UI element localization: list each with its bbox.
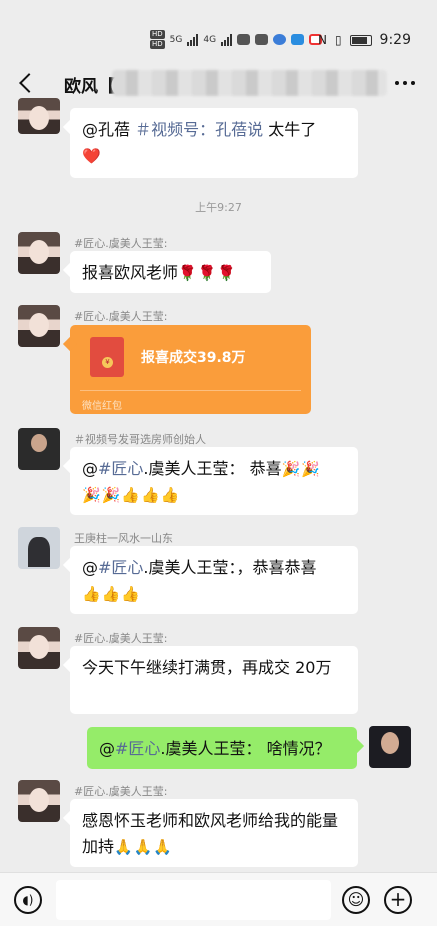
red-packet-label: 微信红包: [82, 401, 122, 412]
message-bubble[interactable]: @#匠心.虞美人王莹： 恭喜🎉🎉 🎉🎉👍👍👍: [70, 447, 358, 515]
message-text: 报喜欧风老师: [82, 263, 179, 282]
status-icons-left: HD HD 5G 4G: [150, 30, 323, 49]
avatar[interactable]: [18, 98, 60, 134]
message-bubble[interactable]: 报喜欧风老师🌹🌹🌹: [70, 251, 271, 293]
clock: 9:29: [379, 32, 411, 48]
app-icon: [291, 34, 305, 45]
mention-text: @: [82, 558, 98, 577]
red-packet-title: 报喜成交39.8万: [141, 350, 246, 366]
avatar[interactable]: [18, 305, 60, 347]
chat-header: 欧风【: [0, 62, 437, 104]
status-icons-right: N ▯ 9:29: [318, 32, 411, 48]
more-dots-icon[interactable]: [395, 81, 415, 85]
party-emoji: 🎉🎉: [281, 460, 321, 478]
mention-text: @孔蓓: [82, 120, 136, 139]
hd-badge: HD: [150, 40, 165, 49]
thumbs-up-emoji: 👍👍👍: [82, 585, 142, 603]
nfc-icon: N: [317, 33, 327, 47]
mention-link[interactable]: #匠心: [115, 739, 160, 758]
input-bar: ◖) ☺ +: [0, 872, 437, 926]
mention-text: @: [82, 459, 98, 478]
heart-emoji: ❤️: [82, 147, 102, 165]
emoji-icon[interactable]: ☺: [342, 886, 370, 914]
battery-icon: [349, 34, 372, 46]
message-bubble[interactable]: @#匠心.虞美人王莹：，恭喜恭喜 👍👍👍: [70, 546, 358, 614]
message-text: .虞美人王莹： 啥情况？: [160, 739, 331, 758]
mention-text: @: [99, 739, 115, 758]
status-bar: HD HD 5G 4G N ▯ 9:29: [0, 0, 437, 62]
wechat-icon: [237, 34, 251, 45]
message-text: 太牛了: [263, 120, 317, 139]
red-packet-icon: [90, 337, 124, 377]
signal-icon: [187, 33, 199, 46]
mention-link[interactable]: #匠心: [98, 558, 143, 577]
sender-name: 王庚柱一风水一山东: [74, 532, 173, 545]
channel-link[interactable]: ＃视频号：孔蓓说: [135, 120, 263, 139]
network-5g-label: 5G: [169, 34, 183, 45]
message-text: 今天下午继续打满贯，再成交 20万: [82, 658, 332, 677]
message-text: .虞美人王莹： 恭喜: [143, 459, 282, 478]
voice-icon[interactable]: ◖): [14, 886, 42, 914]
chat-icon: [255, 34, 269, 45]
chat-title: 欧风【: [64, 77, 115, 97]
message-bubble[interactable]: @孔蓓 ＃视频号：孔蓓说 太牛了 ❤️: [70, 108, 358, 178]
thumbs-up-emoji: 🎉🎉👍👍👍: [82, 486, 181, 504]
pray-emoji: 🙏🙏🙏: [114, 838, 174, 856]
my-message-bubble[interactable]: @#匠心.虞美人王莹： 啥情况？: [87, 727, 357, 769]
my-avatar[interactable]: [369, 726, 411, 768]
signal-icon: [221, 33, 233, 46]
avatar[interactable]: [18, 527, 60, 569]
sender-name: #匠心.虞美人王莹:: [74, 632, 168, 645]
sender-name: #匠心.虞美人王莹:: [74, 310, 168, 323]
avatar[interactable]: [18, 232, 60, 274]
sender-name: ＃视频号发哥选房师创始人: [74, 433, 206, 446]
mention-link[interactable]: #匠心: [98, 459, 143, 478]
browser-icon: [273, 34, 287, 45]
message-bubble[interactable]: 感恩怀玉老师和欧风老师给我的能量加持🙏🙏🙏: [70, 799, 358, 867]
vibrate-icon: ▯: [334, 33, 342, 47]
blurred-title-region: [112, 70, 387, 96]
avatar[interactable]: [18, 627, 60, 669]
message-input[interactable]: [56, 880, 331, 920]
avatar[interactable]: [18, 780, 60, 822]
message-text: .虞美人王莹：，恭喜恭喜: [143, 558, 317, 577]
back-arrow-icon[interactable]: [18, 70, 38, 94]
sender-name: #匠心.虞美人王莹:: [74, 785, 168, 798]
network-4g-label: 4G: [203, 34, 217, 45]
red-packet[interactable]: 报喜成交39.8万 微信红包: [70, 325, 311, 414]
sender-name: #匠心.虞美人王莹:: [74, 237, 168, 250]
time-divider: 上午9:27: [195, 201, 242, 214]
rose-emoji: 🌹🌹🌹: [178, 264, 238, 282]
message-bubble[interactable]: 今天下午继续打满贯，再成交 20万: [70, 646, 358, 714]
avatar[interactable]: [18, 428, 60, 470]
hd-badge: HD: [150, 30, 165, 39]
plus-icon[interactable]: +: [384, 886, 412, 914]
